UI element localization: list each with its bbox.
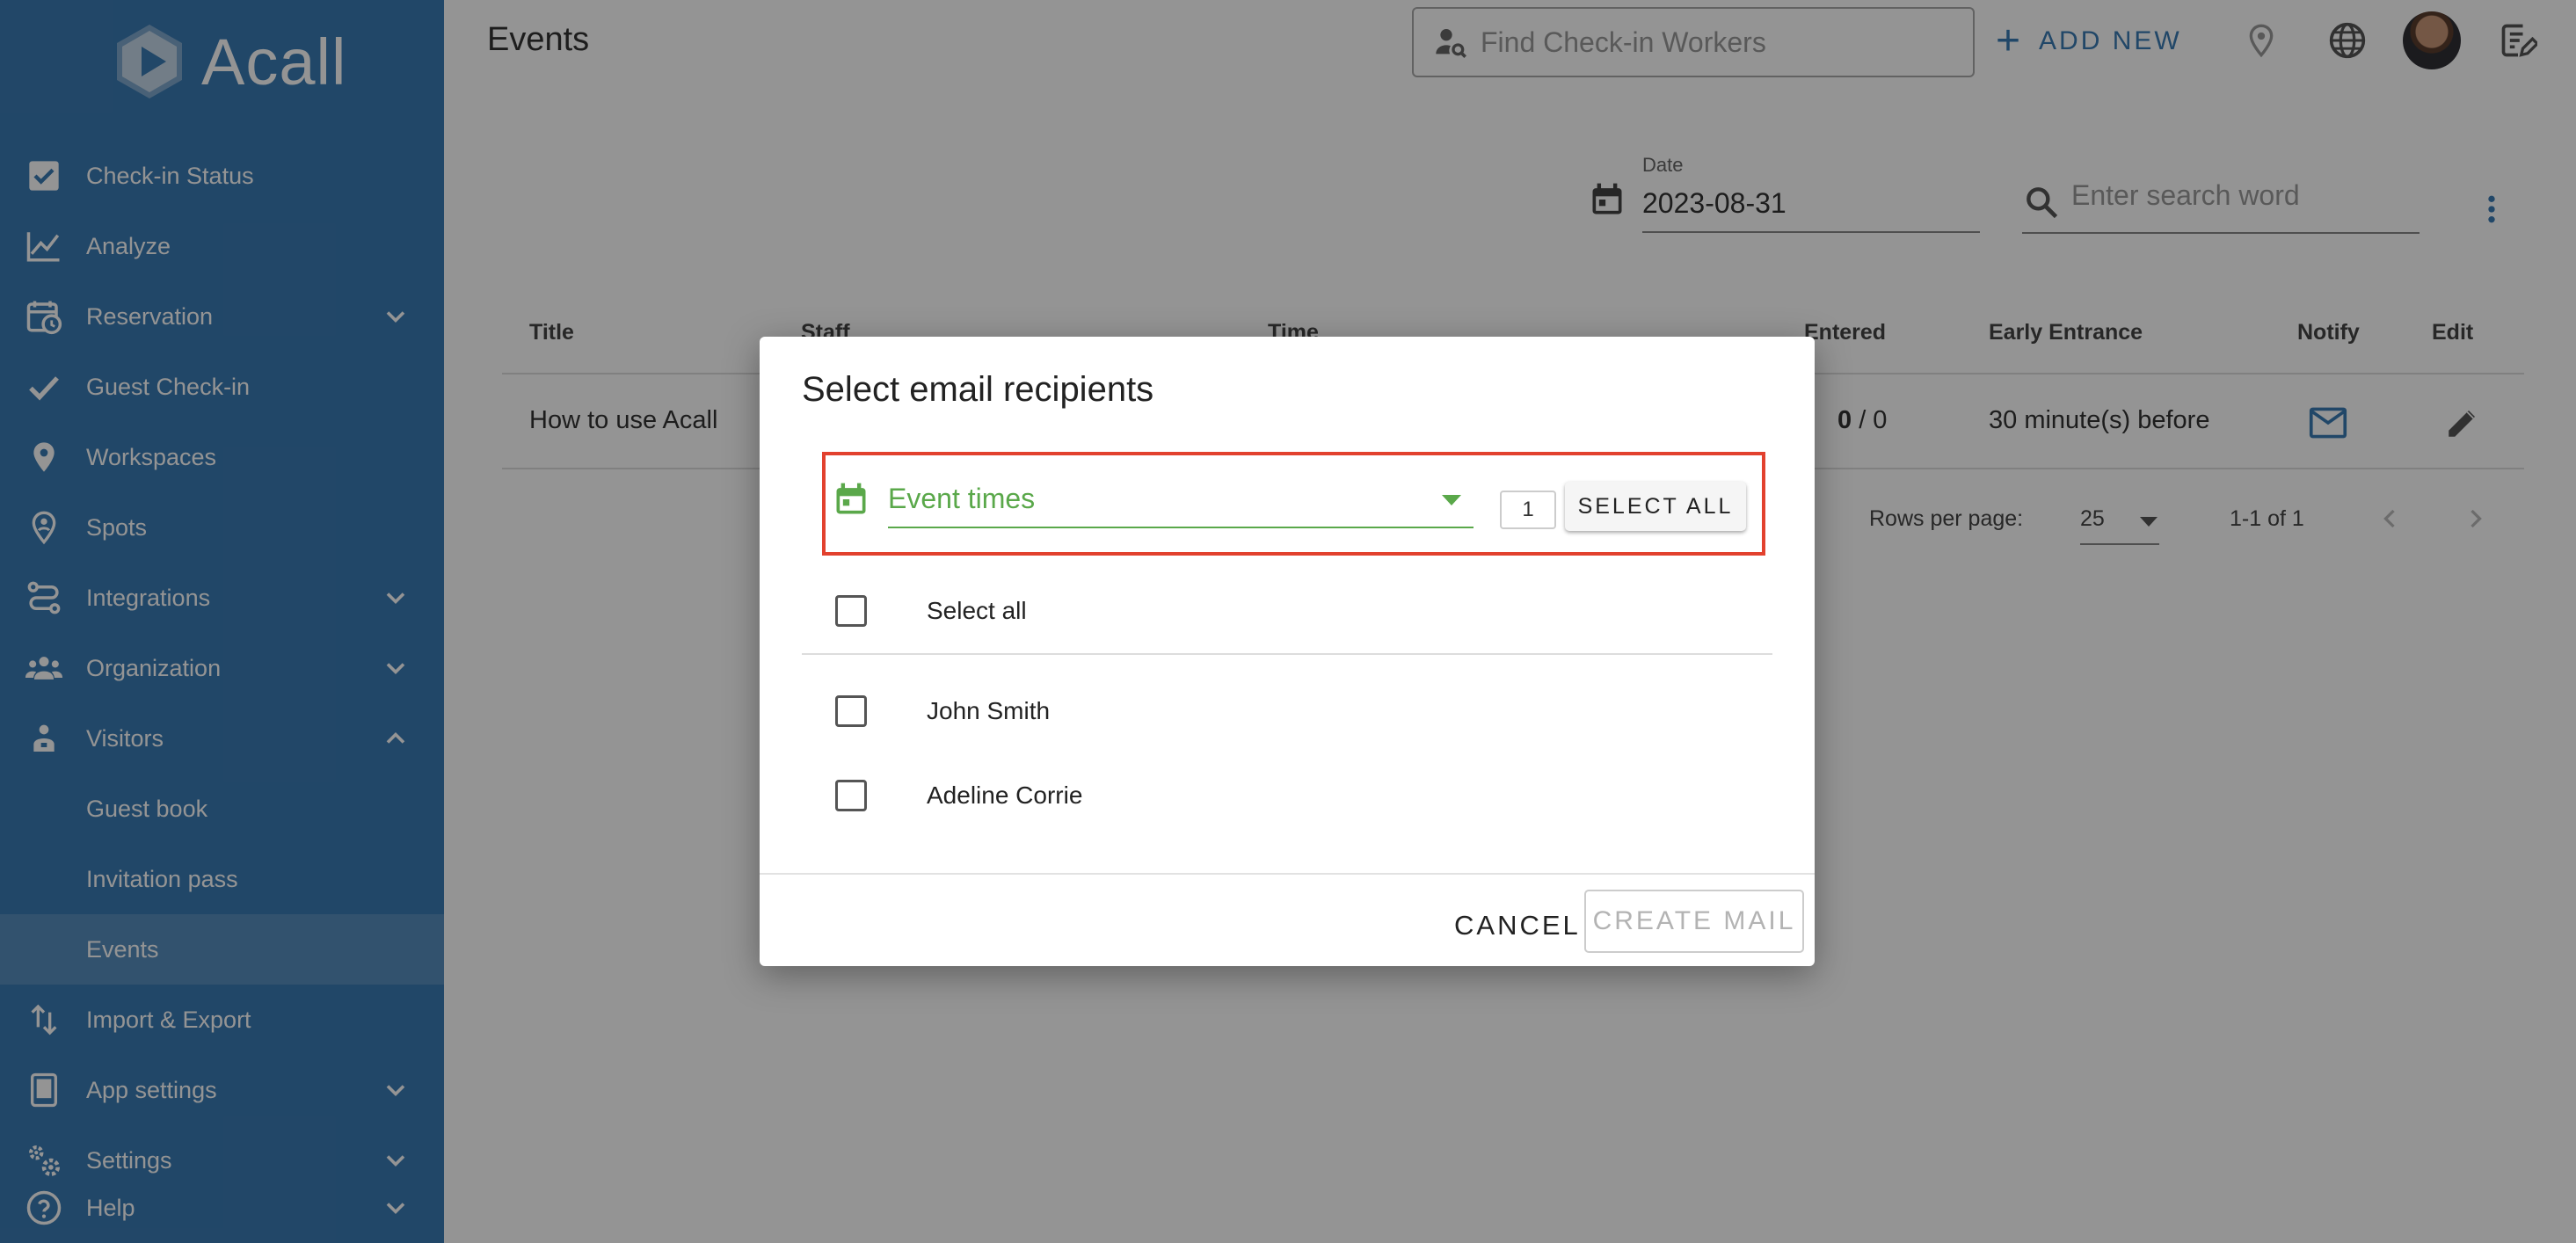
event-times-value: Event times	[888, 483, 1036, 514]
create-mail-button[interactable]: CREATE MAIL	[1584, 890, 1804, 953]
dialog-title: Select email recipients	[802, 370, 1154, 409]
recipient-row[interactable]: John Smith	[835, 694, 1050, 729]
event-times-select[interactable]: Event times	[888, 477, 1474, 528]
recipient-checkbox[interactable]	[835, 695, 867, 727]
recipient-checkbox[interactable]	[835, 780, 867, 811]
select-recipients-dialog: Select email recipients Event times 1 SE…	[760, 337, 1815, 966]
select-all-button[interactable]: SELECT ALL	[1565, 482, 1746, 531]
select-all-label: Select all	[927, 597, 1027, 624]
dropdown-arrow-icon	[1442, 495, 1461, 505]
select-all-row[interactable]: Select all	[835, 593, 1027, 629]
select-all-checkbox[interactable]	[835, 595, 867, 627]
cancel-button[interactable]: CANCEL	[1454, 899, 1581, 952]
select-underline	[888, 527, 1474, 528]
recipient-row[interactable]: Adeline Corrie	[835, 778, 1082, 813]
dialog-footer-divider	[760, 873, 1815, 875]
list-divider	[802, 653, 1772, 655]
recipient-name: John Smith	[927, 697, 1051, 724]
selected-count-badge: 1	[1500, 491, 1556, 529]
calendar-icon	[832, 480, 870, 519]
recipient-name: Adeline Corrie	[927, 781, 1083, 809]
